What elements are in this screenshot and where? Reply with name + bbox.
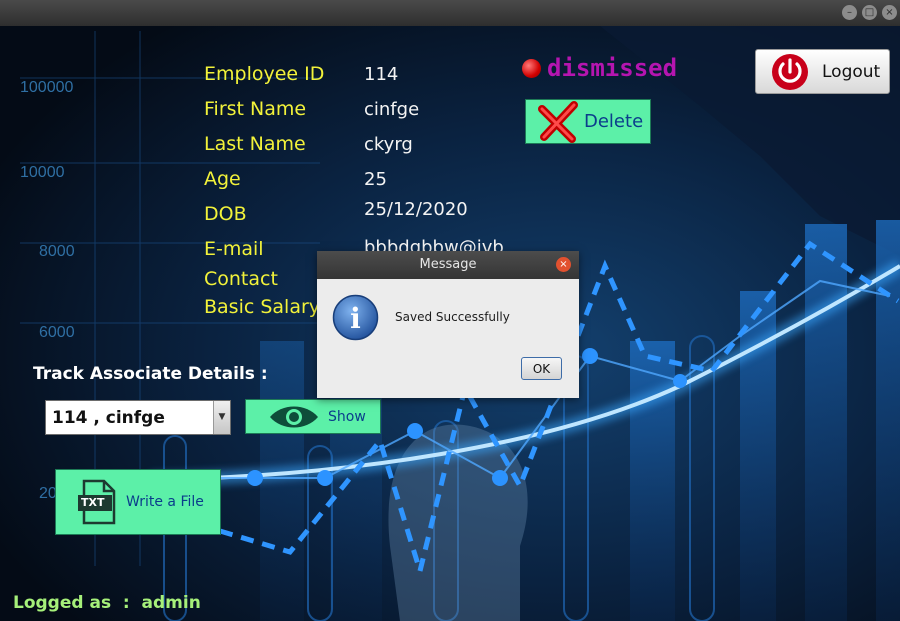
dob-value: 25/12/2020: [364, 199, 468, 220]
dialog-close-button[interactable]: ×: [556, 257, 571, 272]
show-button[interactable]: Show: [245, 399, 381, 434]
status-dot-icon: [522, 58, 541, 78]
maximize-button[interactable]: □: [862, 5, 877, 20]
axis-label: 6000: [39, 324, 75, 341]
dob-label: DOB: [204, 203, 247, 225]
axis-label: 100000: [20, 79, 74, 96]
axis-label: 10000: [20, 164, 65, 181]
close-window-button[interactable]: ×: [882, 5, 897, 20]
eye-icon: [270, 406, 318, 427]
minimize-button[interactable]: –: [842, 5, 857, 20]
window-titlebar: – □ ×: [0, 0, 900, 26]
delete-button-label: Delete: [584, 111, 644, 132]
last-name-value: ckyrg: [364, 134, 413, 155]
power-icon: [772, 53, 808, 90]
red-x-icon: [538, 100, 578, 143]
axis-label: 8000: [39, 243, 75, 260]
basic-salary-label: Basic Salary: [204, 296, 321, 318]
email-label: E-mail: [204, 238, 264, 260]
last-name-label: Last Name: [204, 133, 306, 155]
show-button-label: Show: [328, 408, 366, 425]
logout-button[interactable]: Logout: [755, 49, 890, 94]
txt-icon-text: TXT: [81, 496, 105, 509]
logout-button-label: Logout: [822, 61, 881, 82]
employee-id-label: Employee ID: [204, 63, 325, 85]
associate-dropdown[interactable]: 114 , cinfge ▼: [45, 400, 231, 435]
age-value: 25: [364, 169, 387, 190]
associate-dropdown-value: 114 , cinfge: [52, 408, 165, 428]
info-glyph: i: [350, 302, 361, 335]
first-name-label: First Name: [204, 98, 307, 120]
message-dialog: Message × i Saved Successfully OK: [317, 251, 579, 398]
track-associate-label: Track Associate Details :: [33, 364, 268, 384]
dialog-message: Saved Successfully: [395, 310, 510, 324]
logged-in-user: Logged as : admin: [13, 593, 201, 613]
write-file-button-label: Write a File: [126, 494, 204, 510]
write-file-button[interactable]: TXT Write a File: [55, 469, 221, 535]
delete-button[interactable]: Delete: [525, 99, 651, 144]
ok-button[interactable]: OK: [521, 357, 562, 380]
age-label: Age: [204, 168, 241, 190]
status-text: dismissed: [547, 54, 678, 82]
employment-status: dismissed: [522, 54, 677, 82]
first-name-value: cinfge: [364, 99, 420, 120]
info-icon: i: [332, 294, 379, 341]
employee-id-value: 114: [364, 64, 399, 85]
chevron-down-icon[interactable]: ▼: [213, 401, 230, 434]
txt-file-icon: TXT: [78, 479, 118, 525]
dialog-titlebar: Message ×: [317, 251, 579, 279]
contact-label: Contact: [204, 268, 278, 290]
dialog-title: Message: [419, 257, 477, 272]
